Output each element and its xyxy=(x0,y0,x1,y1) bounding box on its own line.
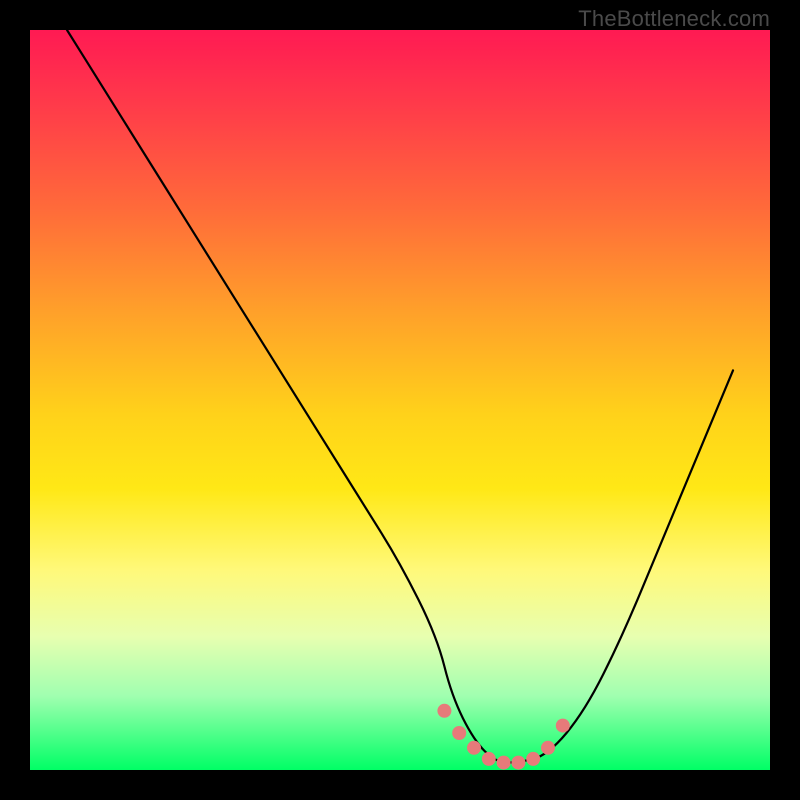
highlight-dot xyxy=(541,741,555,755)
highlight-dot xyxy=(497,756,511,770)
highlight-dot xyxy=(511,756,525,770)
highlight-dot xyxy=(526,752,540,766)
chart-frame: TheBottleneck.com xyxy=(0,0,800,800)
highlight-dot xyxy=(556,719,570,733)
low-bottleneck-markers xyxy=(437,704,569,770)
credit-text: TheBottleneck.com xyxy=(578,6,770,32)
bottleneck-curve xyxy=(67,30,733,763)
highlight-dot xyxy=(482,752,496,766)
curve-layer xyxy=(30,30,770,770)
plot-area xyxy=(30,30,770,770)
highlight-dot xyxy=(452,726,466,740)
highlight-dot xyxy=(467,741,481,755)
highlight-dot xyxy=(437,704,451,718)
